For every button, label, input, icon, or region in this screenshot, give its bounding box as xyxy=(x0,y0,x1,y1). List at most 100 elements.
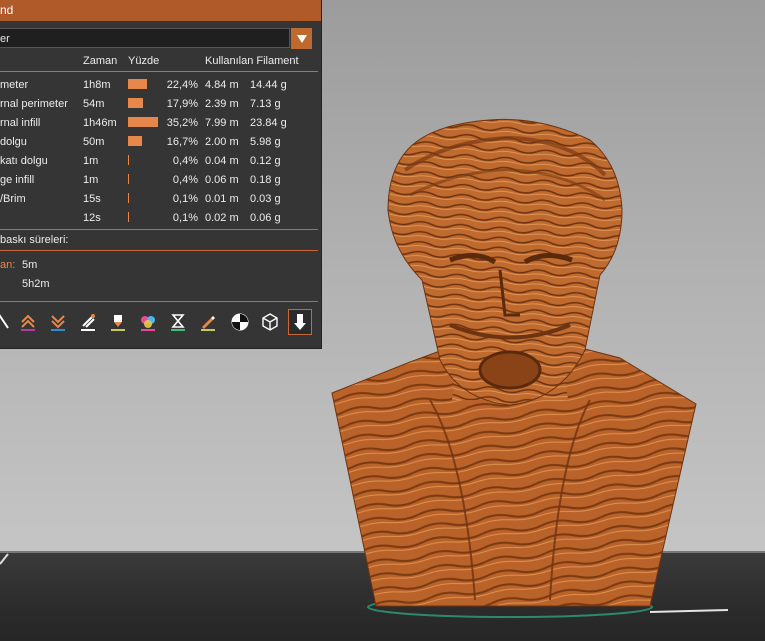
legend-row-percent: 0,4% xyxy=(172,174,198,186)
legend-row-bar xyxy=(128,98,143,108)
deretractions-icon xyxy=(51,315,65,331)
header-used-filament: Kullanılan Filament xyxy=(205,55,299,67)
legend-row-length: 0.02 m xyxy=(205,212,239,224)
legend-toolbar xyxy=(0,309,321,339)
model-bust[interactable] xyxy=(300,100,740,630)
legend-row-time: 54m xyxy=(83,98,105,110)
legend-row-bar xyxy=(128,117,158,127)
bed-corner-mark xyxy=(0,553,9,565)
toggle-wipe-button[interactable] xyxy=(76,309,100,335)
legend-row: meter 1h8m 22,4% 4.84 m 14.44 g xyxy=(0,78,321,97)
legend-row-bar xyxy=(128,136,142,146)
header-percent: Yüzde xyxy=(128,55,160,67)
legend-row: ge infill 1m 0,4% 0.06 m 0.18 g xyxy=(0,173,321,192)
legend-row-weight: 23.84 g xyxy=(250,117,287,129)
toggle-tool-change-button[interactable] xyxy=(106,309,130,335)
toggle-center-of-gravity-button[interactable] xyxy=(228,309,252,335)
legend-row-label: meter xyxy=(0,79,29,91)
legend-row-length: 0.04 m xyxy=(205,155,239,167)
legend-row-weight: 0.12 g xyxy=(250,155,281,167)
section-title: baskı süreleri: xyxy=(0,234,69,246)
legend-row-weight: 14.44 g xyxy=(250,79,287,91)
legend-row-label: /Brim xyxy=(0,193,26,205)
legend-row-weight: 5.98 g xyxy=(250,136,281,148)
legend-row: katı dolgu 1m 0,4% 0.04 m 0.12 g xyxy=(0,154,321,173)
tool-change-icon xyxy=(111,315,125,331)
legend-row-weight: 0.18 g xyxy=(250,174,281,186)
legend-row-label: dolgu xyxy=(0,136,27,148)
view-type-combo[interactable]: er xyxy=(0,28,290,48)
pause-print-icon xyxy=(171,314,185,331)
panel-title-bar[interactable]: nd xyxy=(0,0,321,21)
section-divider xyxy=(0,229,318,230)
seam-icon xyxy=(0,314,9,329)
bed-logo-mark xyxy=(650,609,729,613)
shells-icon xyxy=(262,313,278,331)
header-time: Zaman xyxy=(83,55,118,67)
tool-marker-icon xyxy=(294,314,306,330)
toggle-tool-marker-button[interactable] xyxy=(288,309,312,335)
toggle-retractions-button[interactable] xyxy=(16,309,40,335)
view-type-value: er xyxy=(0,33,10,45)
legend-header: Zaman Yüzde Kullanılan Filament xyxy=(0,55,321,69)
retractions-icon xyxy=(21,314,35,331)
legend-row-length: 0.06 m xyxy=(205,174,239,186)
legend-row-percent: 16,7% xyxy=(166,136,198,148)
panel-title: nd xyxy=(0,3,14,17)
legend-row-time: 12s xyxy=(83,212,101,224)
toggle-shells-button[interactable] xyxy=(258,309,282,335)
legend-row-weight: 0.03 g xyxy=(250,193,281,205)
legend-row-bar xyxy=(128,155,129,165)
time-value: 5h2m xyxy=(22,278,50,290)
legend-row: dolgu 50m 16,7% 2.00 m 5.98 g xyxy=(0,135,321,154)
legend-row-time: 50m xyxy=(83,136,105,148)
legend-row-time: 1m xyxy=(83,174,99,186)
toggle-custom-gcode-button[interactable] xyxy=(196,309,220,335)
custom-gcode-icon xyxy=(201,316,215,331)
toggle-seams-button[interactable] xyxy=(0,309,12,335)
toggle-pause-print-button[interactable] xyxy=(166,309,190,335)
toggle-color-change-button[interactable] xyxy=(136,309,160,335)
legend-row-percent: 17,9% xyxy=(166,98,198,110)
legend-row: rnal infill 1h46m 35,2% 7.99 m 23.84 g xyxy=(0,116,321,135)
legend-row-time: 1h8m xyxy=(83,79,111,91)
toggle-deretractions-button[interactable] xyxy=(46,309,70,335)
toolbar-divider xyxy=(0,301,318,302)
legend-row-bar xyxy=(128,212,129,222)
legend-row-label: ge infill xyxy=(0,174,35,186)
legend-row-label: katı dolgu xyxy=(0,155,48,167)
legend-row: /Brim 15s 0,1% 0.01 m 0.03 g xyxy=(0,192,321,211)
legend-row-length: 7.99 m xyxy=(205,117,239,129)
view-type-dropdown-button[interactable] xyxy=(291,28,312,49)
legend-row-time: 1h46m xyxy=(83,117,117,129)
legend-row-weight: 7.13 g xyxy=(250,98,281,110)
header-divider xyxy=(0,71,318,72)
legend-row-bar xyxy=(128,193,129,203)
legend-row-label: rnal perimeter xyxy=(0,98,68,110)
legend-row-percent: 35,2% xyxy=(166,117,198,129)
legend-row-percent: 0,1% xyxy=(172,212,198,224)
time-value: 5m xyxy=(22,259,38,271)
section-title-divider xyxy=(0,250,318,251)
legend-row-label: rnal infill xyxy=(0,117,41,129)
legend-row: rnal perimeter 54m 17,9% 2.39 m 7.13 g xyxy=(0,97,321,116)
legend-row-length: 2.00 m xyxy=(205,136,239,148)
legend-row-length: 2.39 m xyxy=(205,98,239,110)
color-change-icon xyxy=(141,316,155,331)
legend-row-length: 0.01 m xyxy=(205,193,239,205)
legend-row-percent: 0,1% xyxy=(172,193,198,205)
gcode-legend-panel: nd er Zaman Yüzde Kullanılan Filament me… xyxy=(0,0,322,349)
time-label: an: xyxy=(0,259,16,271)
legend-row-length: 4.84 m xyxy=(205,79,239,91)
legend-row: 12s 0,1% 0.02 m 0.06 g xyxy=(0,211,321,230)
center-of-gravity-icon xyxy=(231,313,249,331)
legend-row-percent: 22,4% xyxy=(166,79,198,91)
chevron-down-icon xyxy=(296,34,307,43)
legend-row-weight: 0.06 g xyxy=(250,212,281,224)
legend-row-bar xyxy=(128,174,129,184)
legend-row-percent: 0,4% xyxy=(172,155,198,167)
legend-row-time: 15s xyxy=(83,193,101,205)
wipe-icon xyxy=(81,314,95,331)
legend-row-bar xyxy=(128,79,147,89)
legend-row-time: 1m xyxy=(83,155,99,167)
